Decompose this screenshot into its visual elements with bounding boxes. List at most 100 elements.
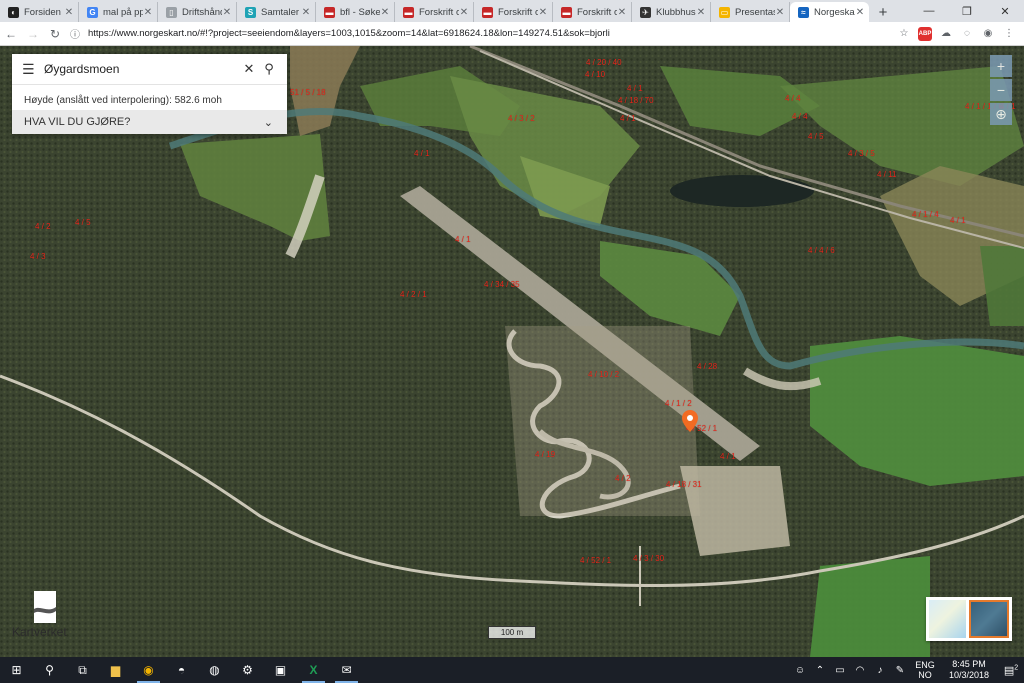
browser-tab[interactable]: ≈ Norgeskart✕ xyxy=(790,2,869,22)
wifi-icon[interactable]: ◠ xyxy=(850,665,870,676)
tab-close-icon[interactable]: ✕ xyxy=(301,7,311,18)
kartverket-logo-mark xyxy=(34,591,56,623)
browser-tab[interactable]: ◐ Forsiden - ✕ xyxy=(0,2,79,22)
extension-icon[interactable]: ☁ xyxy=(939,27,953,41)
parcel-label: 4 / 2 / 1 xyxy=(400,290,427,299)
basemap-aerial-button[interactable] xyxy=(968,600,1009,638)
map-view[interactable]: 51 / 5 / 18 4 / 20 / 40 4 / 10 4 / 1 4 / 18 … xyxy=(0,46,1024,657)
forward-icon[interactable]: → xyxy=(22,23,44,45)
parcel-label: 4 / 10 / 2 xyxy=(588,370,620,379)
minimize-button[interactable]: — xyxy=(910,0,948,22)
parcel-label: 4 / 34 / 35 xyxy=(484,280,520,289)
parcel-label: 4 / 28 xyxy=(697,362,718,371)
taskbar-search-icon[interactable]: ⚲ xyxy=(33,657,66,683)
elevation-info: Høyde (anslått ved interpolering): 582.6… xyxy=(24,95,222,106)
system-tray: ☺ ⌃ ▭ ◠ ♪ ✎ ENG NO 8:45 PM 10/3/2018 ▤2 xyxy=(790,657,1024,683)
taskbar-task-view-icon[interactable]: ⧉ xyxy=(66,657,99,683)
zoom-in-button[interactable]: + xyxy=(990,55,1012,77)
language-indicator[interactable]: ENG NO xyxy=(910,660,940,680)
taskbar-edge-icon[interactable]: ◓ xyxy=(165,657,198,683)
action-dropdown[interactable]: HVA VIL DU GJØRE? ⌄ xyxy=(12,110,287,134)
parcel-label: 4 / 10 xyxy=(585,70,606,79)
taskbar-remote-desktop-icon[interactable]: ▣ xyxy=(264,657,297,683)
hamburger-menu-icon[interactable]: ☰ xyxy=(22,61,38,78)
basemap-topo-button[interactable] xyxy=(929,600,966,638)
notifications-icon[interactable]: ▤2 xyxy=(998,664,1024,677)
parcel-label: 4 / 19 xyxy=(535,450,556,459)
browser-tab[interactable]: ▭ Presentasj✕ xyxy=(711,2,790,22)
clear-search-icon[interactable]: ✕ xyxy=(239,61,259,77)
tab-close-icon[interactable]: ✕ xyxy=(855,7,865,18)
parcel-label: 51 / 5 / 18 xyxy=(290,88,326,97)
tab-favicon-icon: ≈ xyxy=(798,6,809,18)
taskbar-excel-icon[interactable]: X xyxy=(297,657,330,683)
action-dropdown-label: HVA VIL DU GJØRE? xyxy=(24,116,131,128)
volume-icon[interactable]: ♪ xyxy=(870,665,890,676)
tab-close-icon[interactable]: ✕ xyxy=(538,7,548,18)
tab-close-icon[interactable]: ✕ xyxy=(617,7,627,18)
back-icon[interactable]: ← xyxy=(0,23,22,45)
tray-overflow-icon[interactable]: ⌃ xyxy=(810,665,830,676)
info-icon[interactable]: ⓘ xyxy=(70,26,84,41)
locate-me-button[interactable]: ⊕ xyxy=(990,103,1012,125)
adblock-icon[interactable]: ABP xyxy=(918,26,932,41)
close-window-button[interactable]: ✕ xyxy=(986,0,1024,22)
tab-title: Presentasj xyxy=(735,6,775,18)
scale-bar: 100 m xyxy=(488,626,536,639)
taskbar-chrome-icon[interactable]: ◉ xyxy=(132,657,165,683)
battery-icon[interactable]: ▭ xyxy=(830,665,850,676)
search-icon[interactable]: ⚲ xyxy=(259,61,279,77)
tab-close-icon[interactable]: ✕ xyxy=(696,7,706,18)
notification-glyph: ▤ xyxy=(1003,664,1015,677)
taskbar-vpn-icon[interactable]: ◍ xyxy=(198,657,231,683)
taskbar-settings-icon[interactable]: ⚙ xyxy=(231,657,264,683)
clock-date: 10/3/2018 xyxy=(948,670,990,680)
location-pin-icon[interactable] xyxy=(682,410,698,432)
parcel-label: 4 / 2 xyxy=(615,474,631,483)
tab-close-icon[interactable]: ✕ xyxy=(775,7,785,18)
tab-favicon-icon: ▬ xyxy=(324,6,335,18)
zoom-out-button[interactable]: − xyxy=(990,79,1012,101)
tab-title: Forskrift o xyxy=(498,6,538,18)
clock-time: 8:45 PM xyxy=(952,659,986,669)
tab-title: Norgeskart xyxy=(814,6,855,18)
taskbar-start-icon[interactable]: ⊞ xyxy=(0,657,33,683)
browser-tab[interactable]: S Samtaler ✕ xyxy=(237,2,316,22)
parcel-label: 4 / 2 xyxy=(35,222,51,231)
clock[interactable]: 8:45 PM 10/3/2018 xyxy=(940,659,998,681)
address-bar[interactable]: ⓘ https://www.norgeskart.no/#!?project=s… xyxy=(70,25,891,43)
browser-tab[interactable]: ▬ bfl - Søker ✕ xyxy=(316,2,395,22)
parcel-label: 4 / 52 / 1 xyxy=(580,556,612,565)
tab-close-icon[interactable]: ✕ xyxy=(380,7,390,18)
menu-icon[interactable]: ⋮ xyxy=(1002,27,1016,41)
reload-icon[interactable]: ↻ xyxy=(44,23,66,45)
browser-tab[interactable]: ✈ Klubbhuse✕ xyxy=(632,2,711,22)
browser-tab[interactable]: ▬ Forskrift o ✕ xyxy=(395,2,474,22)
browser-tab[interactable]: Gmal på ppt ✕ xyxy=(79,2,158,22)
kartverket-logo: Kartverket xyxy=(12,591,84,639)
tab-favicon-icon: ▬ xyxy=(403,6,414,18)
search-input[interactable]: Øygardsmoen xyxy=(38,62,239,76)
browser-tab[interactable]: ▯ Driftshånd ✕ xyxy=(158,2,237,22)
tab-favicon-icon: ▬ xyxy=(482,6,493,18)
people-icon[interactable]: ☺ xyxy=(790,665,810,676)
profile-icon[interactable]: ◉ xyxy=(981,27,995,41)
tab-close-icon[interactable]: ✕ xyxy=(459,7,469,18)
tab-strip: ◐ Forsiden - ✕ Gmal på ppt ✕ ▯ Driftshånd ✕ S Sam… xyxy=(0,0,1024,22)
taskbar-file-explorer-icon[interactable]: ▆ xyxy=(99,657,132,683)
maximize-button[interactable]: ❐ xyxy=(948,0,986,22)
search-bar: ☰ Øygardsmoen ✕ ⚲ xyxy=(12,54,287,85)
new-tab-button[interactable]: + xyxy=(872,2,894,22)
taskbar-mail-icon[interactable]: ✉ xyxy=(330,657,363,683)
parcel-label: 4 / 1 xyxy=(620,114,636,123)
browser-tab[interactable]: ▬ Forskrift o ✕ xyxy=(553,2,632,22)
tab-close-icon[interactable]: ✕ xyxy=(222,7,232,18)
bookmark-star-icon[interactable]: ☆ xyxy=(897,27,911,41)
extension-2-icon[interactable]: ◌ xyxy=(960,27,974,41)
tab-close-icon[interactable]: ✕ xyxy=(64,7,74,18)
browser-tab[interactable]: ▬ Forskrift o ✕ xyxy=(474,2,553,22)
pen-icon[interactable]: ✎ xyxy=(890,665,910,676)
tab-favicon-icon: G xyxy=(87,6,98,18)
parcel-label: 4 / 1 xyxy=(627,84,643,93)
tab-close-icon[interactable]: ✕ xyxy=(143,7,153,18)
